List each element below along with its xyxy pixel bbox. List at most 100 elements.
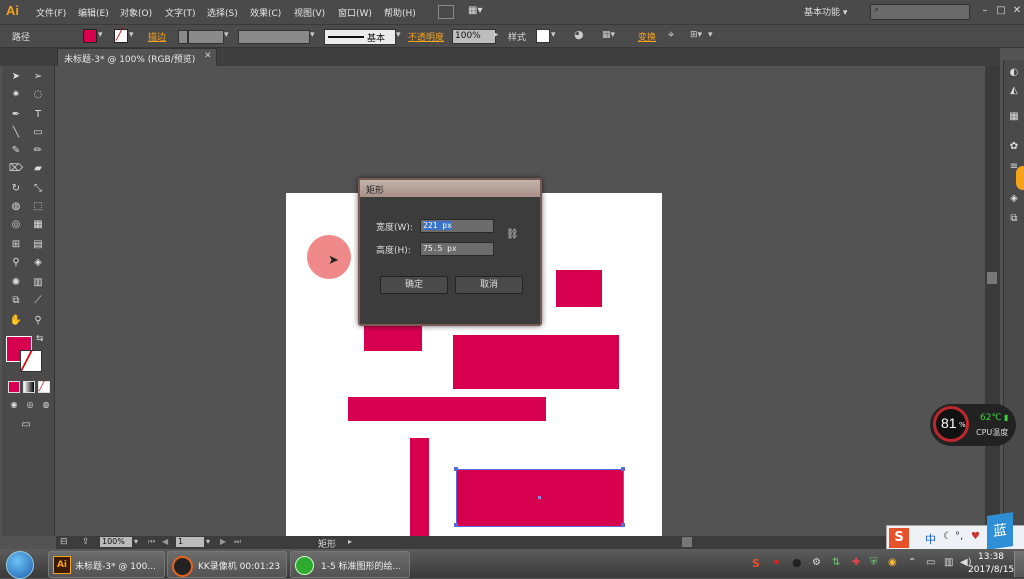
blob-brush-tool-icon[interactable]: ⌦ (8, 162, 24, 176)
artboard-dropdown-icon[interactable]: ▾ (206, 537, 210, 546)
align-icon[interactable]: ▦▾ (602, 30, 615, 40)
menu-help[interactable]: 帮助(H) (384, 6, 416, 19)
menu-select[interactable]: 选择(S) (207, 6, 238, 19)
menu-file[interactable]: 文件(F) (36, 6, 66, 19)
wide-bar-shape[interactable] (348, 397, 546, 421)
color-guide-icon[interactable]: ◭ (1006, 84, 1022, 98)
rectangle-tool-icon[interactable]: ▭ (30, 126, 46, 140)
sogou-logo-icon[interactable]: S (889, 528, 909, 548)
ok-button[interactable]: 确定 (380, 276, 448, 294)
tray-antivirus-icon[interactable]: ⛨ (870, 557, 878, 568)
tray-network-icon[interactable]: ▥ (944, 557, 953, 568)
height-input[interactable]: 75.5 px (420, 242, 494, 256)
swap-fill-stroke-icon[interactable]: ⇆ (36, 334, 44, 344)
profile-dropdown-icon[interactable]: ▾ (310, 30, 315, 40)
ime-mode-label[interactable]: 中 (925, 531, 936, 547)
gradient-mode-icon[interactable] (23, 381, 35, 393)
zoom-tool-icon[interactable]: ⚲ (30, 314, 46, 328)
mesh-tool-icon[interactable]: ⊞ (8, 238, 24, 252)
tray-sogou-icon[interactable]: S (752, 557, 760, 570)
menu-view[interactable]: 视图(V) (294, 6, 325, 19)
menu-edit[interactable]: 编辑(E) (78, 6, 109, 19)
arrange-documents-icon[interactable]: ▦▾ (468, 5, 486, 17)
opacity-dropdown-icon[interactable]: ▸ (494, 30, 499, 40)
blend-tool-icon[interactable]: ◈ (30, 256, 46, 270)
scale-tool-icon[interactable]: ⤡ (30, 182, 46, 196)
prev-artboard-icon[interactable]: ◀ (162, 537, 168, 546)
variable-width-profile[interactable] (238, 30, 310, 44)
stroke-weight-field[interactable] (188, 30, 224, 44)
floating-badge-icon[interactable] (1016, 166, 1024, 190)
brush-definition[interactable]: 基本 (324, 29, 396, 45)
gradient-tool-icon[interactable]: ▤ (30, 238, 46, 252)
vertical-bar-shape[interactable] (410, 438, 429, 536)
share-icon[interactable]: ⇪ (82, 537, 90, 547)
workspace-switcher[interactable]: 基本功能 ▾ (804, 5, 847, 18)
warp-tool-icon[interactable]: ◍ (8, 200, 24, 214)
tray-display-icon[interactable]: ▭ (926, 557, 935, 568)
none-mode-icon[interactable]: ╱ (38, 381, 50, 393)
menu-window[interactable]: 窗口(W) (338, 6, 372, 19)
slice-tool-icon[interactable]: ⟋ (30, 294, 46, 308)
selection-handle[interactable] (454, 523, 458, 527)
menu-effect[interactable]: 效果(C) (250, 6, 281, 19)
swatches-panel-icon[interactable]: ▦ (1006, 110, 1022, 124)
pencil-tool-icon[interactable]: ✏ (30, 144, 46, 158)
help-search-input[interactable]: ⌕ (870, 4, 970, 20)
panel-menu-icon[interactable]: ▾ (708, 30, 713, 40)
width-input[interactable]: 221 px (420, 219, 494, 233)
stroke-dropdown-icon[interactable]: ▾ (129, 30, 134, 40)
start-button-icon[interactable] (6, 551, 34, 579)
tray-app-icon[interactable]: ⚙ (812, 557, 821, 568)
horizontal-scroll-thumb[interactable] (682, 537, 692, 547)
canvas-vertical-scrollbar[interactable] (985, 66, 1000, 536)
color-mode-icon[interactable] (8, 381, 20, 393)
shape-builder-tool-icon[interactable]: ◎ (8, 218, 24, 232)
draw-normal-icon[interactable]: ◉ (6, 398, 22, 412)
zoom-dropdown-icon[interactable]: ▾ (134, 537, 138, 546)
large-rectangle-shape[interactable] (453, 335, 619, 389)
tray-kk-icon[interactable]: ● (792, 556, 802, 569)
square-shape[interactable] (556, 270, 602, 307)
fill-color-swatch[interactable] (83, 29, 97, 43)
first-artboard-icon[interactable]: ⏮ (148, 537, 155, 547)
stroke-label[interactable]: 描边 (148, 30, 166, 43)
screen-mode-icon[interactable]: ▭ (18, 418, 34, 432)
artboards-panel-icon[interactable]: ⧉ (1006, 212, 1022, 226)
artboard-nav-icon[interactable]: ⊟ (60, 537, 68, 547)
clock-date[interactable]: 2017/8/15 (968, 565, 1014, 575)
tray-network-speed-icon[interactable]: ⇅ (832, 557, 840, 568)
scrollbar-thumb[interactable] (987, 272, 997, 284)
selected-rectangle-shape[interactable] (454, 467, 625, 527)
cancel-button[interactable]: 取消 (455, 276, 523, 294)
close-button[interactable]: ✕ (1010, 4, 1024, 18)
tray-updater-icon[interactable]: ◉ (888, 557, 897, 568)
clock-time[interactable]: 13:38 (978, 552, 1004, 562)
color-panel-icon[interactable]: ◐ (1006, 66, 1022, 80)
fill-dropdown-icon[interactable]: ▾ (98, 30, 103, 40)
recolor-artwork-icon[interactable]: ◕ (574, 28, 584, 41)
ime-punctuation-icon[interactable]: °, (955, 531, 963, 542)
free-transform-tool-icon[interactable]: ⬚ (30, 200, 46, 214)
next-artboard-icon[interactable]: ▶ (220, 537, 226, 546)
graphic-options-icon[interactable]: ⊞▾ (690, 30, 702, 40)
ime-heart-icon[interactable]: ♥ (971, 531, 980, 542)
eraser-tool-icon[interactable]: ▰ (30, 162, 46, 176)
menu-object[interactable]: 对象(O) (120, 6, 152, 19)
hand-tool-icon[interactable]: ✋ (8, 314, 24, 328)
maximize-button[interactable]: □ (994, 4, 1008, 18)
ime-moon-icon[interactable]: ☾ (943, 531, 952, 542)
type-tool-icon[interactable]: T (30, 108, 46, 122)
minimize-button[interactable]: – (978, 4, 992, 18)
tray-security-icon[interactable]: ✚ (852, 557, 860, 568)
stroke-weight-dropdown-icon[interactable]: ▾ (224, 30, 229, 40)
perspective-grid-tool-icon[interactable]: ▦ (30, 218, 46, 232)
graphic-style-swatch[interactable] (536, 29, 550, 43)
taskbar-task-recorder[interactable]: KK录像机 00:01:23 (167, 551, 287, 578)
stroke-swatch-large[interactable]: ╱ (20, 350, 42, 372)
symbol-sprayer-tool-icon[interactable]: ✺ (8, 276, 24, 290)
tray-record-icon[interactable]: ⏺ (774, 557, 779, 568)
dialog-title-bar[interactable]: 矩形 (360, 180, 540, 197)
symbols-panel-icon[interactable]: ✿ (1006, 140, 1022, 154)
line-tool-icon[interactable]: ╲ (8, 126, 24, 140)
